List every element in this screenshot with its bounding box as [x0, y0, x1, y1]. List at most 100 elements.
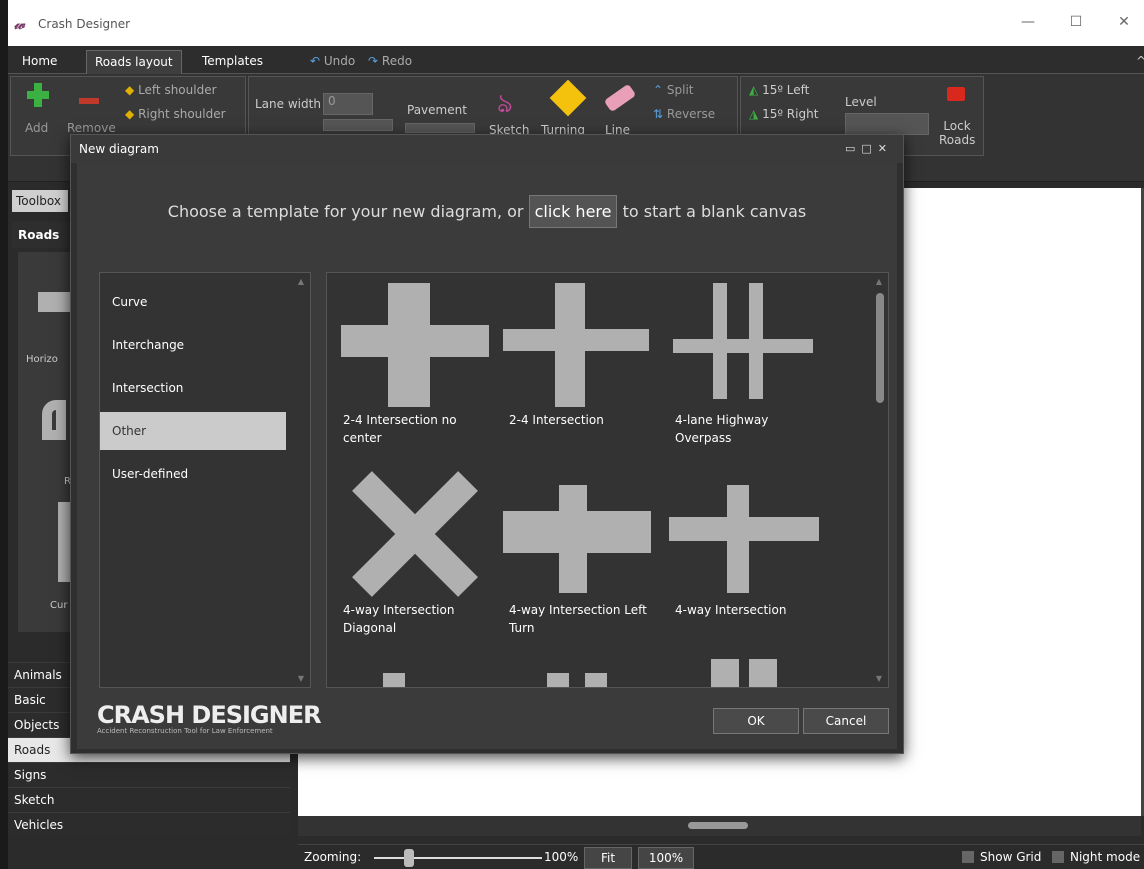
split-button[interactable]: ⌃ Split [653, 83, 694, 97]
level-label: Level [845, 95, 877, 109]
template-thumbnail-partial [711, 659, 739, 687]
template-thumbnail [499, 279, 659, 409]
template-thumbnail [665, 469, 825, 599]
lane-width-slider[interactable] [323, 119, 393, 131]
ribbon-tabs: Home Roads layout Templates ↶ Undo ↷ Red… [8, 46, 1144, 74]
undo-icon: ↶ [310, 54, 321, 68]
dialog-close-icon[interactable]: ✕ [878, 142, 893, 155]
dialog-body: Choose a template for your new diagram, … [77, 163, 897, 749]
category-other[interactable]: Other [100, 412, 286, 450]
status-bar: Zooming: 100% Fit 100% Show Grid Night m… [298, 844, 1144, 869]
toolbox-item-label: Cur [50, 600, 68, 611]
category-interchange[interactable]: Interchange [100, 326, 286, 364]
template-name: 2-4 Intersection [509, 413, 604, 427]
template-thumbnail-partial [383, 673, 405, 687]
category-intersection[interactable]: Intersection [100, 369, 286, 407]
cancel-button[interactable]: Cancel [803, 708, 889, 734]
scroll-thumb[interactable] [688, 822, 748, 829]
left-shoulder-icon: ◆ [125, 83, 135, 97]
minimize-button[interactable]: — [1018, 12, 1038, 32]
toolbox-cat-signs[interactable]: Signs [8, 762, 290, 787]
template-category-list: Curve Interchange Intersection Other Use… [99, 272, 311, 688]
new-diagram-dialog: New diagram ▭□✕ Choose a template for yo… [70, 134, 904, 754]
maximize-button[interactable]: ☐ [1066, 12, 1086, 32]
app-logo-icon: 𝓌 [14, 15, 25, 33]
pavement-select[interactable] [405, 123, 475, 133]
sketch-icon: ঌ [497, 89, 513, 119]
dialog-prompt: Choose a template for your new diagram, … [77, 195, 897, 228]
night-mode-label: Night mode [1070, 850, 1141, 864]
lock-roads-button[interactable]: Lock Roads [939, 119, 975, 147]
template-tile[interactable]: 2-4 Intersection no center [333, 279, 493, 469]
crash-designer-logo: CRASH DESIGNER Accident Reconstruction T… [97, 701, 322, 735]
scroll-down-icon[interactable]: ▼ [298, 674, 304, 683]
template-name: 4-way Intersection Diagonal [343, 603, 455, 635]
toolbox-roads-heading: Roads [12, 222, 72, 248]
reverse-icon: ⇅ [653, 107, 664, 121]
dialog-minimize-icon[interactable]: ▭ [845, 142, 861, 155]
window-title: Crash Designer [38, 17, 131, 31]
left-15-button[interactable]: ◭ 15º Left [749, 83, 809, 97]
scroll-down-icon[interactable]: ▼ [876, 674, 882, 683]
lane-width-input[interactable]: 0 [323, 93, 373, 115]
road-curve-thumb[interactable] [42, 400, 66, 440]
redo-icon: ↷ [368, 54, 379, 68]
add-button[interactable]: Add [25, 121, 48, 135]
angle-right-icon: ◮ [749, 107, 759, 121]
zoom-slider-handle[interactable] [404, 849, 414, 867]
tab-home[interactable]: Home [14, 50, 65, 74]
template-grid: 2-4 Intersection no center 2-4 Intersect… [326, 272, 889, 688]
road-curve2-thumb[interactable] [58, 502, 70, 582]
template-thumbnail [665, 279, 825, 409]
ok-button[interactable]: OK [713, 708, 799, 734]
canvas-horizontal-scrollbar[interactable] [298, 816, 1141, 836]
template-tile[interactable]: 2-4 Intersection [499, 279, 659, 469]
remove-button[interactable]: Remove [67, 121, 116, 135]
toolbox-item-label: Horizo [26, 354, 58, 365]
pavement-label: Pavement [407, 103, 467, 117]
show-grid-label: Show Grid [980, 850, 1042, 864]
dialog-title: New diagram [71, 135, 903, 163]
template-thumbnail-partial [547, 673, 569, 687]
template-grid-scrollbar[interactable] [876, 293, 884, 403]
template-thumbnail [333, 469, 493, 599]
left-shoulder-button[interactable]: ◆ Left shoulder [125, 83, 217, 97]
app-window: 𝓌 Crash Designer — ☐ ✕ Home Roads layout… [8, 0, 1144, 869]
template-name: 2-4 Intersection no center [343, 413, 457, 445]
close-button[interactable]: ✕ [1114, 12, 1134, 32]
scroll-up-icon[interactable]: ▲ [876, 277, 882, 286]
collapse-ribbon-button[interactable]: ^ [1128, 50, 1144, 74]
right-shoulder-icon: ◆ [125, 107, 135, 121]
template-tile[interactable]: 4-way Intersection Left Turn [499, 469, 659, 659]
night-mode-checkbox[interactable] [1052, 851, 1064, 863]
template-thumbnail [333, 279, 493, 409]
category-curve[interactable]: Curve [100, 283, 286, 321]
dialog-maximize-icon[interactable]: □ [861, 142, 877, 155]
zoom-slider-track[interactable] [374, 857, 542, 859]
lane-width-label: Lane width [255, 97, 321, 111]
toolbox-tab[interactable]: Toolbox [12, 190, 68, 212]
category-user-defined[interactable]: User-defined [100, 455, 286, 493]
template-tile[interactable]: 4-way Intersection Diagonal [333, 469, 493, 659]
right-15-button[interactable]: ◮ 15º Right [749, 107, 818, 121]
zoom-100-button[interactable]: 100% [638, 847, 694, 869]
template-name: 4-lane Highway Overpass [675, 413, 769, 445]
toolbox-cat-vehicles[interactable]: Vehicles [8, 812, 290, 837]
show-grid-checkbox[interactable] [962, 851, 974, 863]
blank-canvas-link[interactable]: click here [528, 195, 618, 228]
undo-button[interactable]: ↶ Undo [302, 50, 363, 74]
scroll-up-icon[interactable]: ▲ [298, 277, 304, 286]
zoom-value: 100% [544, 850, 579, 864]
right-shoulder-button[interactable]: ◆ Right shoulder [125, 107, 226, 121]
redo-button[interactable]: ↷ Redo [360, 50, 420, 74]
tab-templates[interactable]: Templates [194, 50, 271, 74]
toolbox-cat-sketch[interactable]: Sketch [8, 787, 290, 812]
tab-roads-layout[interactable]: Roads layout [86, 50, 182, 74]
template-tile[interactable]: 4-lane Highway Overpass [665, 279, 825, 469]
remove-icon [79, 98, 99, 104]
fit-button[interactable]: Fit [584, 847, 632, 869]
template-name: 4-way Intersection [675, 603, 787, 617]
template-tile[interactable]: 4-way Intersection [665, 469, 825, 659]
level-select[interactable] [845, 113, 929, 135]
reverse-button[interactable]: ⇅ Reverse [653, 107, 715, 121]
